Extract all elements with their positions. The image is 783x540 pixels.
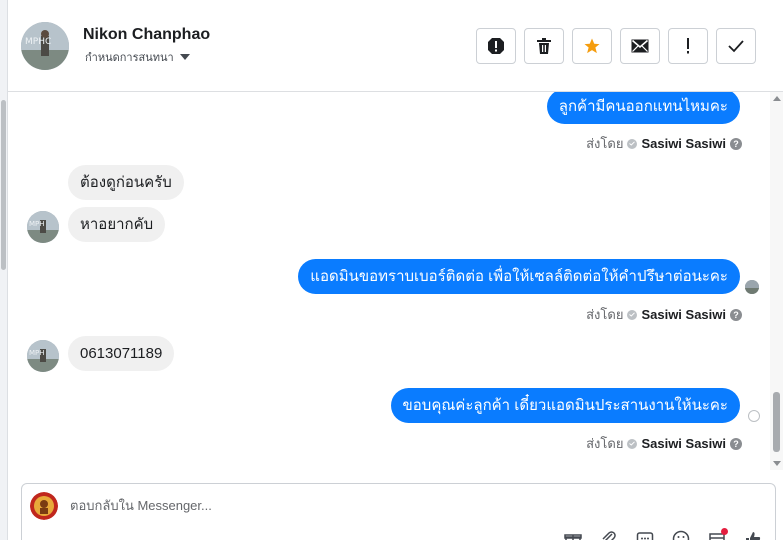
svg-text:MPH: MPH [29, 220, 45, 228]
thread-scroll-thumb[interactable] [773, 392, 780, 452]
saved-reply-button[interactable] [634, 528, 656, 540]
emoji-button[interactable] [670, 528, 692, 540]
exclamation-icon [687, 38, 689, 54]
emoji-icon [672, 530, 690, 540]
message-bubble-incoming[interactable]: 0613071189 [68, 336, 175, 371]
mark-spam-button[interactable] [476, 28, 516, 64]
notification-dot [721, 528, 728, 535]
message-bubble-outgoing[interactable]: ขอบคุณค่ะลูกค้า เดี๋ยวแอดมินประสานงานให้… [390, 388, 740, 423]
delete-button[interactable] [524, 28, 564, 64]
report-spam-icon [488, 38, 504, 54]
saved-reply-icon [636, 532, 654, 540]
help-icon[interactable]: ? [730, 308, 742, 321]
reply-composer [21, 483, 776, 540]
sender-name[interactable]: Sasiwi Sasiwi [641, 307, 726, 322]
sender-name[interactable]: Sasiwi Sasiwi [641, 136, 726, 151]
message-bubble-incoming[interactable]: ต้องดูก่อนครับ [68, 165, 184, 200]
header-actions [476, 28, 756, 64]
scroll-up-arrow[interactable] [773, 96, 781, 101]
composer-toolbar [562, 528, 764, 540]
verified-icon [627, 138, 638, 149]
contact-avatar-small: MPH [27, 211, 59, 243]
sent-by-row: ส่งโดย Sasiwi Sasiwi ? [586, 433, 742, 454]
help-icon[interactable]: ? [730, 437, 742, 450]
mark-done-button[interactable] [716, 28, 756, 64]
attachment-icon [602, 531, 616, 540]
thread-scrollbar[interactable] [770, 92, 783, 470]
appointment-button[interactable] [706, 528, 728, 540]
gift-button[interactable] [562, 528, 584, 540]
verified-icon [627, 309, 638, 320]
sent-by-label: ส่งโดย [586, 307, 624, 322]
message-thread[interactable]: ลูกค้ามีคนออกแทนไหมคะ ส่งโดย Sasiwi Sasi… [8, 92, 768, 470]
assign-conversation-dropdown[interactable]: กำหนดการสนทนา [85, 48, 190, 66]
star-icon [584, 38, 600, 54]
svg-text:MPHC: MPHC [25, 37, 51, 47]
trash-icon [537, 38, 551, 54]
message-bubble-outgoing[interactable]: แอดมินขอทราบเบอร์ติดต่อ เพื่อให้เซลล์ติด… [298, 259, 740, 294]
sent-by-row: ส่งโดย Sasiwi Sasiwi ? [586, 304, 742, 325]
message-bubble-outgoing[interactable]: ลูกค้ามีคนออกแทนไหมคะ [546, 92, 740, 124]
left-scroll-thumb[interactable] [1, 100, 6, 270]
reply-input[interactable] [70, 498, 670, 513]
sent-by-label: ส่งโดย [586, 136, 624, 151]
contact-avatar[interactable]: MPHC [21, 22, 69, 70]
help-icon[interactable]: ? [730, 137, 742, 150]
assign-label: กำหนดการสนทนา [85, 52, 174, 64]
read-receipt-avatar [745, 280, 759, 294]
message-bubble-incoming[interactable]: หาอยากคับ [68, 207, 166, 242]
thumbs-up-icon [746, 532, 761, 540]
mark-unread-button[interactable] [620, 28, 660, 64]
sent-by-label: ส่งโดย [586, 436, 624, 451]
envelope-icon [631, 39, 649, 53]
left-panel-scrollbar[interactable] [0, 0, 8, 540]
verified-icon [627, 438, 638, 449]
gift-icon [564, 534, 582, 540]
sender-name[interactable]: Sasiwi Sasiwi [641, 436, 726, 451]
contact-name[interactable]: Nikon Chanphao [83, 26, 210, 44]
like-button[interactable] [742, 528, 764, 540]
sent-status-icon [748, 410, 760, 422]
check-icon [728, 40, 744, 53]
sent-by-row: ส่งโดย Sasiwi Sasiwi ? [586, 133, 742, 154]
star-button[interactable] [572, 28, 612, 64]
chevron-down-icon [179, 54, 190, 60]
conversation-header: MPHC Nikon Chanphao กำหนดการสนทนา [8, 0, 783, 92]
svg-text:MPH: MPH [29, 349, 45, 357]
page-avatar [30, 492, 58, 520]
follow-up-button[interactable] [668, 28, 708, 64]
scroll-down-arrow[interactable] [773, 461, 781, 466]
attach-button[interactable] [598, 528, 620, 540]
contact-avatar-small: MPH [27, 340, 59, 372]
